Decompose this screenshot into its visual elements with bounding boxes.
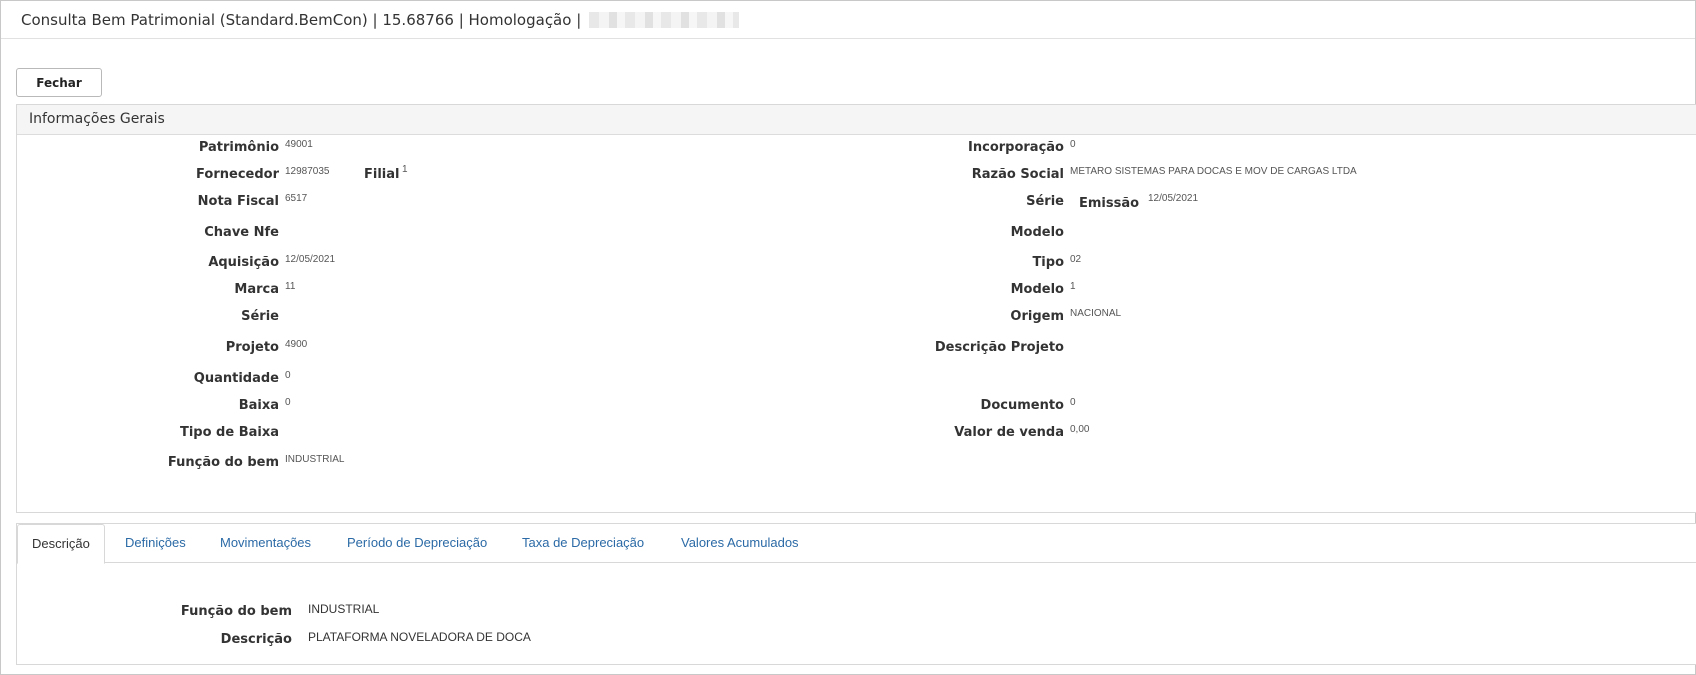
label-desc-descricao: Descrição [220,632,292,647]
label-aquisicao: Aquisição [208,255,279,270]
label-nota-fiscal: Nota Fiscal [197,194,279,209]
value-fornecedor: 12987035 [285,166,330,177]
label-tipo-baixa: Tipo de Baixa [179,425,279,440]
value-emissao: 12/05/2021 [1148,193,1199,204]
window-titlebar: Consulta Bem Patrimonial (Standard.BemCo… [1,1,1695,39]
label-baixa: Baixa [238,398,279,413]
label-modelo: Modelo [1010,282,1064,297]
label-serie-nf: Série [1026,194,1064,209]
value-patrimonio: 49001 [285,139,313,150]
label-origem: Origem [1010,309,1064,324]
label-valor-venda: Valor de venda [954,425,1064,440]
value-modelo: 1 [1070,281,1076,292]
value-documento: 0 [1070,397,1076,408]
label-desc-funcao-bem: Função do bem [180,604,292,619]
general-info-header: Informações Gerais [17,105,1696,135]
tab-taxa-depreciacao[interactable]: Taxa de Depreciação [522,524,644,563]
label-patrimonio: Patrimônio [198,140,279,155]
tab-definicoes[interactable]: Definições [125,524,186,563]
label-documento: Documento [980,398,1064,413]
value-quantidade: 0 [285,370,291,381]
label-quantidade: Quantidade [193,371,279,386]
value-valor-venda: 0,00 [1070,424,1090,435]
label-emissao: Emissão [1079,196,1140,211]
close-button[interactable]: Fechar [16,68,102,97]
value-desc-descricao: PLATAFORMA NOVELADORA DE DOCA [308,630,531,644]
tab-valores-acumulados[interactable]: Valores Acumulados [681,524,799,563]
value-projeto: 4900 [285,339,308,350]
label-fornecedor: Fornecedor [196,167,279,182]
label-funcao-bem: Função do bem [167,455,279,470]
value-origem: NACIONAL [1070,308,1122,319]
value-tipo: 02 [1070,254,1082,265]
value-marca: 11 [285,281,296,292]
value-desc-funcao-bem: INDUSTRIAL [308,602,380,616]
value-funcao-bem: INDUSTRIAL [285,454,345,465]
window-title: Consulta Bem Patrimonial (Standard.BemCo… [21,10,582,29]
details-tabs-panel: Descrição Definições Movimentações Perío… [16,523,1696,665]
value-incorporacao: 0 [1070,139,1076,150]
label-marca: Marca [234,282,279,297]
label-chave-nfe: Chave Nfe [204,225,279,240]
value-razao-social: METARO SISTEMAS PARA DOCAS E MOV DE CARG… [1070,166,1357,177]
label-incorporacao: Incorporação [968,140,1064,155]
tab-bar: Descrição Definições Movimentações Perío… [17,524,1696,564]
value-baixa: 0 [285,397,291,408]
label-filial: Filial [364,167,400,182]
value-filial: 1 [402,164,408,175]
redacted-user-info [589,11,740,28]
label-tipo: Tipo [1032,255,1064,270]
value-aquisicao: 12/05/2021 [285,254,336,265]
tab-periodo-depreciacao[interactable]: Período de Depreciação [347,524,487,563]
label-projeto: Projeto [225,340,279,355]
app-window: Consulta Bem Patrimonial (Standard.BemCo… [0,0,1696,675]
label-modelo-nf: Modelo [1010,225,1064,240]
tab-movimentacoes[interactable]: Movimentações [220,524,311,563]
label-razao-social: Razão Social [971,167,1064,182]
value-nota-fiscal: 6517 [285,193,308,204]
tab-descricao[interactable]: Descrição [17,524,105,564]
general-info-panel: Informações Gerais Patrimônio 49001 Forn… [16,104,1696,513]
label-serie: Série [241,309,279,324]
label-descricao-projeto: Descrição Projeto [934,340,1064,355]
